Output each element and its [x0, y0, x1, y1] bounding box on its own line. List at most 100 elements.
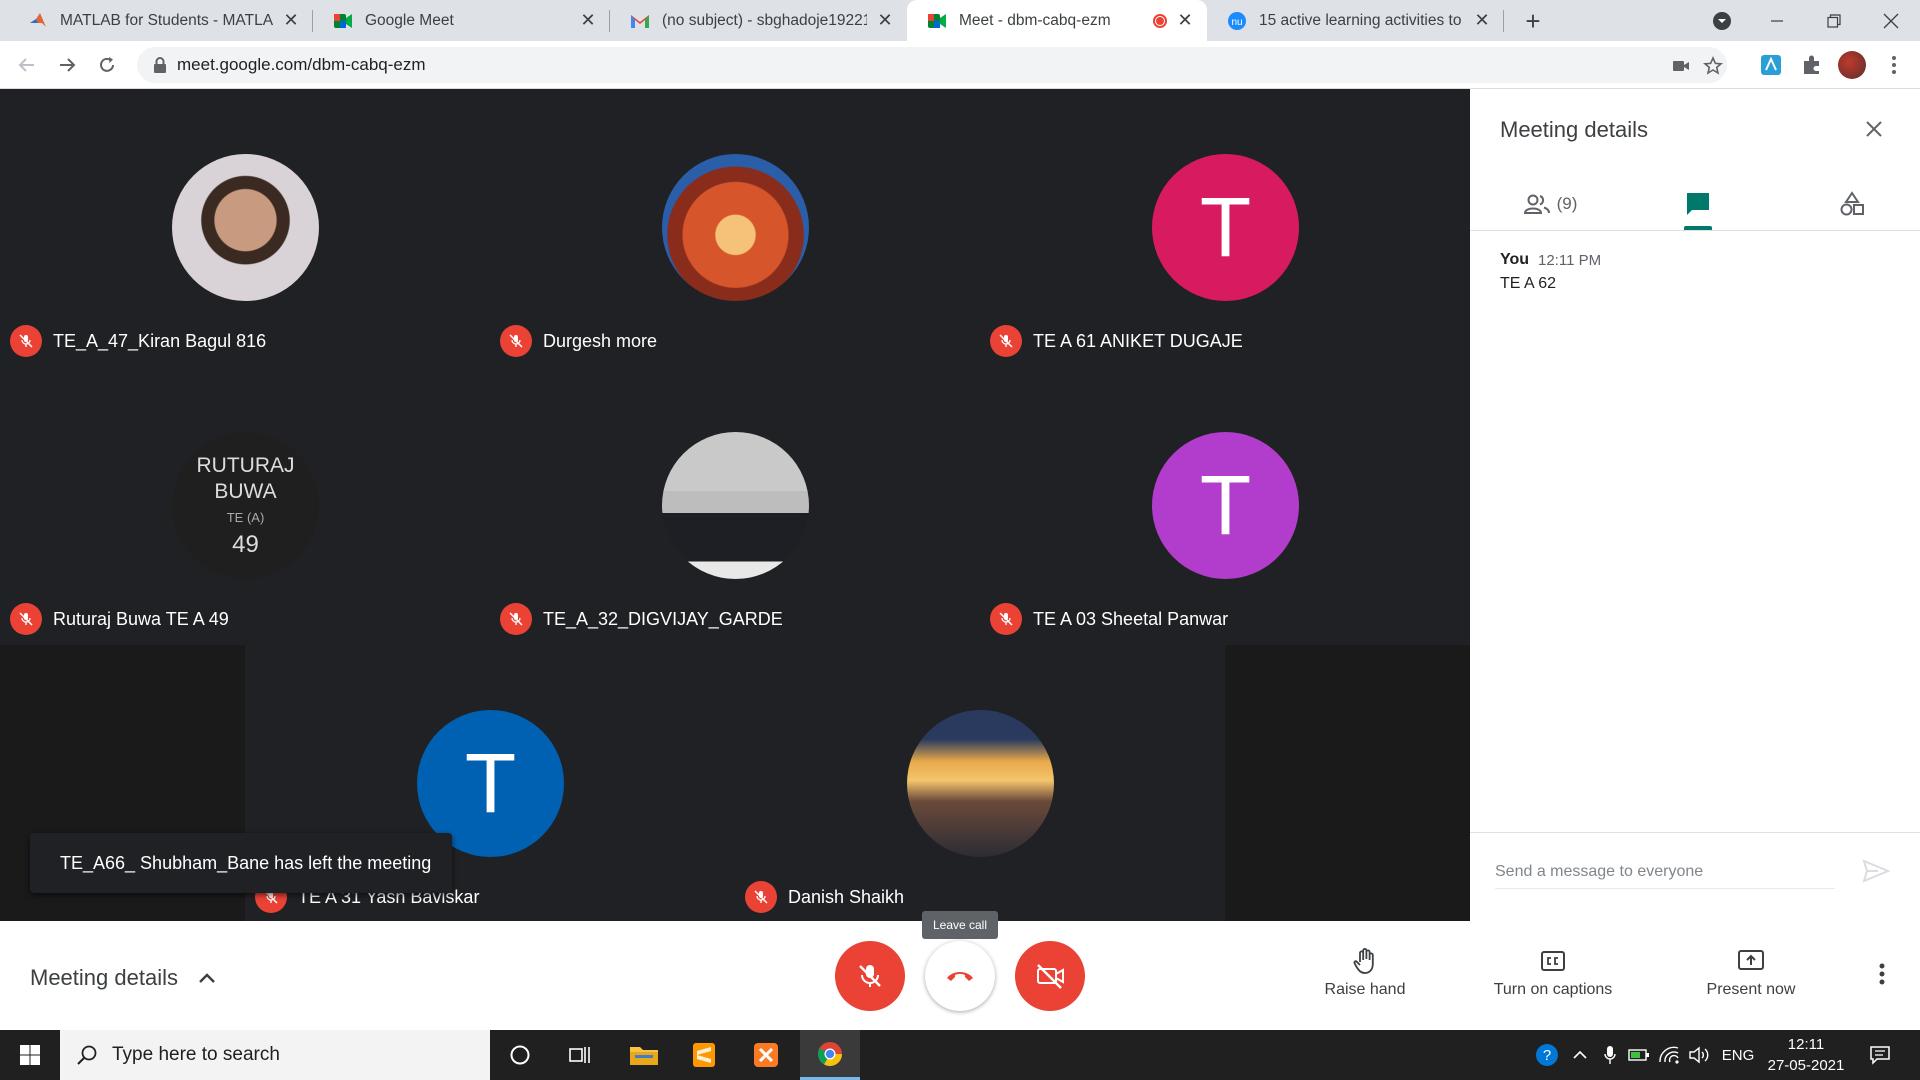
tab-article[interactable]: nu 15 active learning activities to ener…: [1207, 0, 1504, 41]
captions-label: Turn on captions: [1493, 981, 1613, 998]
taskbar-search-box[interactable]: Type here to search: [60, 1030, 490, 1080]
toggle-camera-button[interactable]: [1015, 941, 1085, 1011]
participant-tile[interactable]: RUTURAJ BUWA TE (A) 49 Ruturaj Buwa TE A…: [0, 367, 490, 645]
participant-nameplate: Durgesh more: [500, 325, 657, 357]
participant-tile[interactable]: T TE A 03 Sheetal Panwar: [980, 367, 1470, 645]
participant-photo: [662, 154, 809, 301]
xampp-icon: [754, 1043, 778, 1067]
participant-tile[interactable]: Danish Shaikh: [735, 645, 1225, 923]
close-window-button[interactable]: [1862, 0, 1920, 41]
extension-icon[interactable]: [1758, 52, 1784, 78]
participant-tile[interactable]: T TE A 61 ANIKET DUGAJE: [980, 89, 1470, 367]
tab-chat[interactable]: [1676, 181, 1720, 227]
close-panel-button[interactable]: [1858, 113, 1890, 145]
close-tab-icon[interactable]: ✕: [1175, 10, 1195, 31]
raise-hand-button[interactable]: Raise hand: [1290, 947, 1440, 999]
tab-gmail[interactable]: (no subject) - sbghadoje1922192@gmail.co…: [610, 0, 907, 41]
participant-nameplate: Danish Shaikh: [745, 881, 904, 913]
gmail-icon: [630, 11, 650, 31]
compose-divider: [1470, 832, 1920, 833]
participant-text-badge: RUTURAJ BUWA TE (A) 49: [172, 432, 319, 579]
mic-off-icon: [745, 881, 777, 913]
participant-tile[interactable]: Durgesh more: [490, 89, 980, 367]
task-view-button[interactable]: [550, 1030, 610, 1080]
close-icon: [1866, 121, 1882, 137]
microphone-tray-button[interactable]: [1598, 1030, 1622, 1080]
nu-icon: nu: [1227, 11, 1247, 31]
chevron-down-icon: [1713, 11, 1731, 30]
browser-menu-button[interactable]: [1880, 51, 1908, 79]
forward-button[interactable]: [51, 49, 83, 81]
minimize-button[interactable]: [1748, 0, 1806, 41]
closed-captions-icon: [1541, 951, 1565, 971]
meeting-details-toggle[interactable]: Meeting details: [30, 965, 218, 991]
notification-icon: [1870, 1046, 1890, 1065]
badge-line: BUWA: [214, 479, 277, 503]
back-button[interactable]: [11, 49, 43, 81]
input-language-button[interactable]: ENG: [1718, 1030, 1758, 1080]
back-arrow-icon: [18, 58, 34, 72]
close-tab-icon[interactable]: ✕: [875, 10, 895, 31]
windows-taskbar: Type here to search ? ENG 12:11 27-05-20…: [0, 1030, 1920, 1080]
present-now-label: Present now: [1706, 981, 1796, 998]
sublime-text-button[interactable]: [674, 1030, 734, 1080]
participant-name: TE_A_32_DIGVIJAY_GARDE: [543, 608, 783, 629]
network-tray-button[interactable]: [1656, 1030, 1682, 1080]
clock-date: 27-05-2021: [1767, 1057, 1845, 1074]
participant-photo: [662, 432, 809, 579]
start-button[interactable]: [0, 1030, 60, 1080]
tab-matlab[interactable]: MATLAB for Students - MATLAB & Simulink …: [8, 0, 313, 41]
puzzle-icon[interactable]: [1799, 52, 1825, 78]
new-tab-button[interactable]: +: [1519, 7, 1547, 35]
people-count: (9): [1556, 194, 1578, 213]
volume-tray-button[interactable]: [1686, 1030, 1712, 1080]
captions-button[interactable]: Turn on captions: [1478, 947, 1628, 999]
chat-message-input[interactable]: Send a message to everyone: [1495, 855, 1835, 889]
close-tab-icon[interactable]: ✕: [578, 10, 598, 31]
close-tab-icon[interactable]: ✕: [281, 10, 301, 31]
tab-people[interactable]: (9): [1510, 181, 1590, 227]
present-now-button[interactable]: Present now: [1676, 947, 1826, 999]
url-text: meet.google.com/dbm-cabq-ezm: [177, 55, 426, 74]
cortana-button[interactable]: [490, 1030, 550, 1080]
participant-name: Durgesh more: [543, 330, 658, 351]
bookmark-star-icon[interactable]: [1703, 56, 1723, 76]
close-tab-icon[interactable]: ✕: [1472, 10, 1492, 31]
mic-off-icon: [10, 325, 42, 357]
leave-call-tooltip: Leave call: [922, 911, 998, 939]
meeting-details-label: Meeting details: [30, 965, 178, 990]
omnibox[interactable]: meet.google.com/dbm-cabq-ezm: [137, 47, 1727, 83]
chrome-taskbar-button[interactable]: [800, 1030, 860, 1080]
show-hidden-icons-button[interactable]: [1568, 1030, 1592, 1080]
tab-meet-active[interactable]: Meet - dbm-cabq-ezm ✕: [907, 0, 1207, 41]
windows-logo-icon: [20, 1045, 40, 1065]
battery-charging-icon: [1628, 1049, 1649, 1061]
mic-off-icon: [990, 603, 1022, 635]
participant-initial-avatar: T: [1152, 154, 1299, 301]
tab-google-meet[interactable]: Google Meet ✕: [313, 0, 610, 41]
send-icon[interactable]: [1862, 859, 1890, 883]
xampp-button[interactable]: [736, 1030, 796, 1080]
participant-tile[interactable]: TE_A_32_DIGVIJAY_GARDE: [490, 367, 980, 645]
camera-in-use-icon[interactable]: [1671, 56, 1691, 76]
battery-tray-button[interactable]: [1626, 1030, 1652, 1080]
tab-activities[interactable]: [1830, 181, 1874, 227]
taskbar-clock[interactable]: 12:11 27-05-2021: [1764, 1034, 1848, 1076]
participant-tile[interactable]: TE_A_47_Kiran Bagul 816: [0, 89, 490, 367]
recording-indicator-icon: [1153, 13, 1167, 28]
lock-icon[interactable]: [151, 56, 169, 74]
leave-call-button[interactable]: [925, 941, 995, 1011]
restore-button[interactable]: [1805, 0, 1863, 41]
file-explorer-button[interactable]: [614, 1030, 674, 1080]
help-tray-button[interactable]: ?: [1532, 1030, 1562, 1080]
reload-button[interactable]: [91, 49, 123, 81]
toggle-microphone-button[interactable]: [835, 941, 905, 1011]
tab-search-button[interactable]: [1693, 0, 1751, 41]
profile-avatar[interactable]: [1838, 51, 1866, 79]
more-options-button[interactable]: [1868, 959, 1896, 989]
close-icon: [1883, 13, 1899, 28]
reload-icon: [100, 57, 114, 72]
notifications-button[interactable]: [1862, 1030, 1898, 1080]
participant-nameplate: Ruturaj Buwa TE A 49: [10, 603, 229, 635]
cortana-icon: [510, 1045, 530, 1065]
